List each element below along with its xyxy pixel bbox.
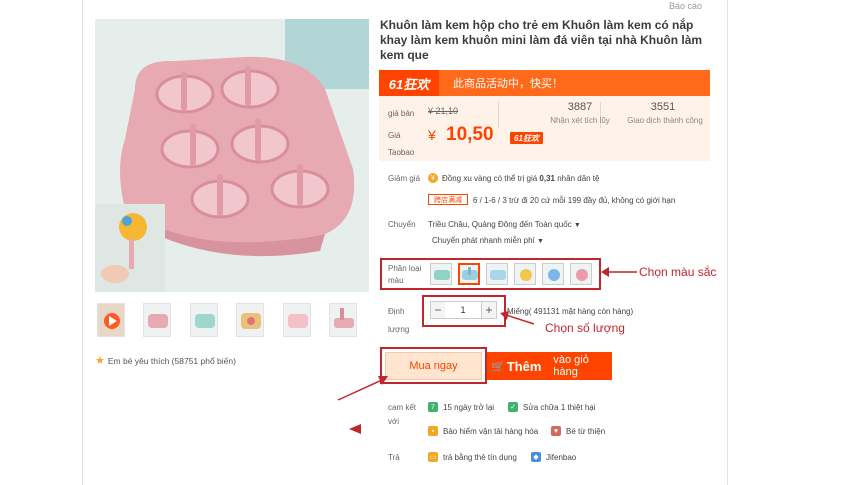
page-frame-left: [82, 0, 83, 485]
price-label: giá bán: [388, 109, 415, 118]
return-icon: 7: [428, 402, 438, 412]
annotation-arrow-color: [601, 267, 637, 277]
commit-item-1[interactable]: 15 ngày trở lại: [443, 403, 494, 412]
taobao-price-label-2: Taobao: [388, 148, 415, 157]
transactions-count[interactable]: 3551: [623, 101, 703, 113]
commit-item-4[interactable]: Bé từ thiện: [566, 427, 605, 436]
payment-item-2[interactable]: Jifenbao: [546, 453, 576, 462]
chevron-down-icon: ▼: [536, 238, 544, 245]
shipping-method[interactable]: Chuyển phát nhanh miễn phí ▼: [432, 236, 544, 245]
insurance-icon: ▪: [428, 426, 438, 436]
buy-now-button[interactable]: Mua ngay: [385, 352, 482, 380]
favorites-text: Em bé yêu thích (58751 phổ biến): [107, 355, 236, 366]
thumbnail-2[interactable]: [143, 303, 172, 337]
discount-rule: 6 / 1-6 / 3 trừ đi 20 cứ mỗi 199 đầy đủ,…: [473, 196, 676, 205]
quantity-label-2: lượng: [388, 325, 410, 334]
coin-value: 0,31: [539, 174, 555, 183]
small-left-arrow-icon: [349, 424, 361, 434]
main-product-image[interactable]: [95, 19, 369, 292]
payment-label: Trả: [388, 453, 400, 462]
original-price: ¥ 21,10: [428, 106, 459, 116]
report-link[interactable]: Báo cáo: [669, 1, 702, 11]
add-to-cart-button[interactable]: 🛒 Thêm vào giỏ hàng: [487, 352, 612, 380]
coin-icon: ¥: [428, 173, 438, 183]
quantity-input[interactable]: 1: [445, 301, 481, 319]
annotation-arrow-quantity: [500, 311, 535, 325]
commit-label-2: với: [388, 417, 400, 426]
variant-swatch-4[interactable]: [514, 263, 536, 285]
annotation-choose-quantity: Chọn số lượng: [545, 321, 625, 335]
product-title: Khuôn làm kem hộp cho trẻ em Khuôn làm k…: [380, 18, 703, 62]
annotation-arrow-buy: [337, 376, 388, 401]
payment-item-1[interactable]: trả bằng thẻ tín dụng: [443, 453, 517, 462]
shipping-label: Chuyển: [388, 220, 416, 229]
star-icon: ★: [95, 355, 105, 367]
transactions-label: Giao dịch thành công: [627, 116, 703, 125]
chevron-down-icon: ▼: [573, 222, 581, 229]
quantity-label-1: Định: [388, 307, 405, 316]
variant-swatch-5[interactable]: [542, 263, 564, 285]
repair-icon: ✓: [508, 402, 518, 412]
variant-swatch-6[interactable]: [570, 263, 592, 285]
quantity-decrease-button[interactable]: −: [430, 301, 446, 319]
thumbnail-4[interactable]: [236, 303, 265, 337]
promo-message: 此商品活动中，快买！: [453, 78, 563, 90]
current-price: 10,50: [446, 124, 494, 145]
variant-swatch-2[interactable]: [458, 263, 480, 285]
discount-label: Giảm giá: [388, 174, 421, 183]
credit-card-icon: ▭: [428, 452, 438, 462]
coin-text: Đồng xu vàng có thể trị giá 0,31 nhân dâ…: [442, 174, 600, 183]
reviews-count[interactable]: 3887: [540, 101, 620, 113]
commit-label-1: cam kết: [388, 403, 417, 412]
promo-banner: 61狂欢 此商品活动中，快买！: [379, 70, 710, 96]
sale-badge: 61狂欢: [510, 132, 543, 144]
page-frame-right: [727, 0, 728, 485]
commit-item-3[interactable]: Bảo hiểm vận tải hàng hóa: [443, 427, 538, 436]
thumbnail-video[interactable]: [97, 303, 125, 337]
thumbnail-6[interactable]: [328, 303, 357, 337]
thumbnail-strip: [97, 303, 357, 339]
shipping-route[interactable]: Triều Châu, Quảng Đông đến Toàn quốc ▼: [428, 220, 581, 229]
variant-swatch-3[interactable]: [486, 263, 508, 285]
promo-tag: 61狂欢: [379, 70, 439, 96]
thumbnail-3[interactable]: [189, 303, 218, 337]
charity-icon: ♥: [551, 426, 561, 436]
reviews-label: Nhận xét tích lũy: [550, 116, 610, 125]
taobao-price-label-1: Giá: [388, 131, 401, 140]
add-cart-label-rest: vào giỏ hàng: [553, 354, 589, 378]
add-cart-label-main: Thêm: [506, 358, 542, 374]
thumbnail-5[interactable]: [282, 303, 311, 337]
quantity-increase-button[interactable]: +: [481, 301, 497, 319]
annotation-choose-color: Chọn màu sắc: [639, 265, 717, 279]
variant-swatch-1[interactable]: [430, 263, 452, 285]
variant-label-2: màu: [388, 276, 404, 285]
stat-divider-1: [498, 102, 499, 128]
cross-store-tag: 跨店满减: [428, 194, 468, 205]
favorites-info: ★ Em bé yêu thích (58751 phổ biến): [95, 354, 236, 367]
cart-icon: 🛒: [491, 360, 505, 373]
variant-label-1: Phân loại: [388, 264, 422, 273]
currency-symbol: ¥: [428, 127, 436, 143]
jifenbao-icon: ◆: [531, 452, 541, 462]
commit-item-2[interactable]: Sửa chữa 1 thiệt hại: [523, 403, 596, 412]
